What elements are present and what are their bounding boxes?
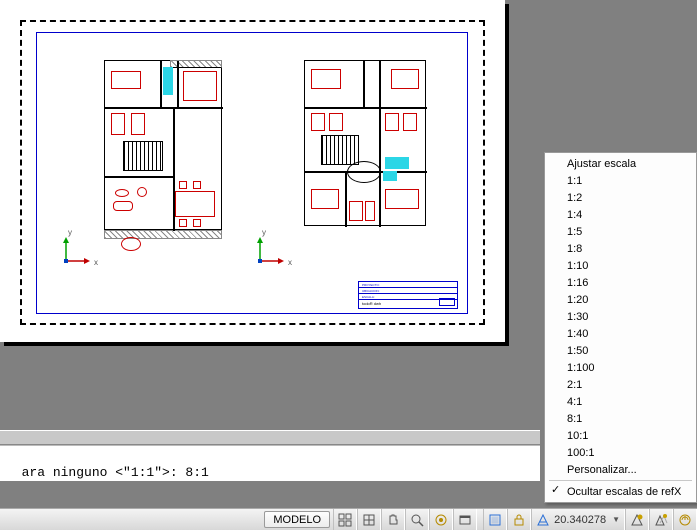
floor-plan-left — [104, 60, 222, 230]
pan-button[interactable] — [381, 509, 405, 530]
annotation-visibility-button[interactable] — [625, 509, 649, 530]
command-line-text: ara ninguno <"1:1">: 8:1 — [22, 465, 209, 480]
annotation-scale-menu: Ajustar escala 1:1 1:2 1:4 1:5 1:8 1:10 … — [544, 152, 697, 503]
steering-wheel-button[interactable] — [429, 509, 453, 530]
titleblock-line3: ESCALA: — [362, 295, 375, 299]
annotation-scale-value: 20.340278 — [554, 514, 606, 526]
scale-option[interactable]: 2:1 — [545, 376, 696, 393]
scale-option[interactable]: 4:1 — [545, 393, 696, 410]
paper-shadow — [505, 4, 509, 346]
scale-option[interactable]: 1:50 — [545, 342, 696, 359]
ucs-icon-left — [62, 235, 92, 265]
scale-option[interactable]: 10:1 — [545, 427, 696, 444]
scale-option[interactable]: 1:40 — [545, 325, 696, 342]
scale-option[interactable]: 1:8 — [545, 240, 696, 257]
ucs-x-label-left: x — [94, 258, 98, 267]
titleblock-cell — [439, 298, 455, 306]
ucs-y-label-right: y — [262, 228, 266, 237]
menu-separator — [549, 480, 692, 481]
annotation-scale-icon — [536, 513, 550, 527]
scale-option[interactable]: 1:100 — [545, 359, 696, 376]
scale-option[interactable]: 1:5 — [545, 223, 696, 240]
showmotion-button[interactable] — [453, 509, 477, 530]
ucs-x-label-right: x — [288, 258, 292, 267]
hide-xref-scales[interactable]: Ocultar escalas de refX — [545, 483, 696, 500]
scale-custom[interactable]: Personalizar... — [545, 461, 696, 478]
workspace-switching-button[interactable] — [673, 509, 697, 530]
scale-option[interactable]: 1:1 — [545, 172, 696, 189]
command-line-grip[interactable] — [0, 430, 540, 445]
scale-option[interactable]: 1:10 — [545, 257, 696, 274]
ucs-icon-right — [256, 235, 286, 265]
paper-shadow — [4, 342, 509, 346]
scale-option[interactable]: 1:4 — [545, 206, 696, 223]
ucs-y-label-left: y — [68, 228, 72, 237]
scale-option[interactable]: 1:20 — [545, 291, 696, 308]
title-block: PROYECTO: UBICACION: ESCALA: todoR dwh — [358, 281, 458, 309]
annotation-autoscale-button[interactable] — [649, 509, 673, 530]
layout-paper[interactable]: PROYECTO: UBICACION: ESCALA: todoR dwh — [0, 0, 505, 342]
floor-plan-right — [304, 60, 426, 226]
annotation-scale-button[interactable]: 20.340278 ▼ — [531, 509, 625, 530]
quick-view-drawings-button[interactable] — [357, 509, 381, 530]
scale-option[interactable]: 1:30 — [545, 308, 696, 325]
status-bar: MODELO 20.340278 ▼ — [0, 508, 697, 530]
scale-option[interactable]: 1:2 — [545, 189, 696, 206]
scale-option[interactable]: 100:1 — [545, 444, 696, 461]
dropdown-icon: ▼ — [612, 515, 620, 524]
titleblock-line1: PROYECTO: — [362, 283, 380, 287]
titleblock-label: todoR dwh — [362, 301, 381, 306]
lock-viewport-button[interactable] — [507, 509, 531, 530]
scale-option[interactable]: 8:1 — [545, 410, 696, 427]
titleblock-line2: UBICACION: — [362, 289, 380, 293]
menu-title[interactable]: Ajustar escala — [545, 155, 696, 172]
command-line[interactable]: ara ninguno <"1:1">: 8:1 — [0, 445, 540, 481]
quick-view-layouts-button[interactable] — [333, 509, 357, 530]
zoom-button[interactable] — [405, 509, 429, 530]
scale-option[interactable]: 1:16 — [545, 274, 696, 291]
model-space-button[interactable]: MODELO — [264, 511, 330, 528]
maximize-viewport-button[interactable] — [483, 509, 507, 530]
